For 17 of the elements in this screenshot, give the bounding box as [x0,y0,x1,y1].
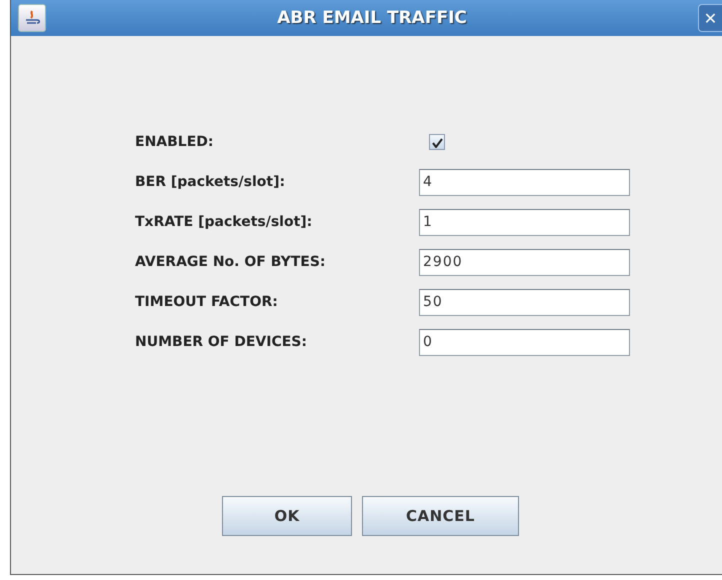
input-field[interactable]: 4 [419,168,630,196]
input-field[interactable]: 1 [419,208,630,236]
field-label: AVERAGE No. OF BYTES: [135,254,327,270]
input-field[interactable]: 2900 [419,248,630,276]
close-button[interactable]: ✕ [698,4,722,32]
enabled-checkbox[interactable] [429,134,445,150]
input-field[interactable]: 50 [419,288,630,316]
field-label: TIMEOUT FACTOR: [135,294,279,310]
cancel-button[interactable]: CANCEL [362,496,519,536]
field-label: BER [packets/slot]: [135,174,286,190]
field-label: ENABLED: [135,134,214,150]
field-label: TxRATE [packets/slot]: [135,214,314,230]
input-field[interactable]: 0 [419,328,630,356]
ok-button[interactable]: OK [222,496,352,536]
app-icon [18,4,46,32]
field-label: NUMBER OF DEVICES: [135,334,308,350]
window-title: ABR EMAIL TRAFFIC [276,8,468,28]
